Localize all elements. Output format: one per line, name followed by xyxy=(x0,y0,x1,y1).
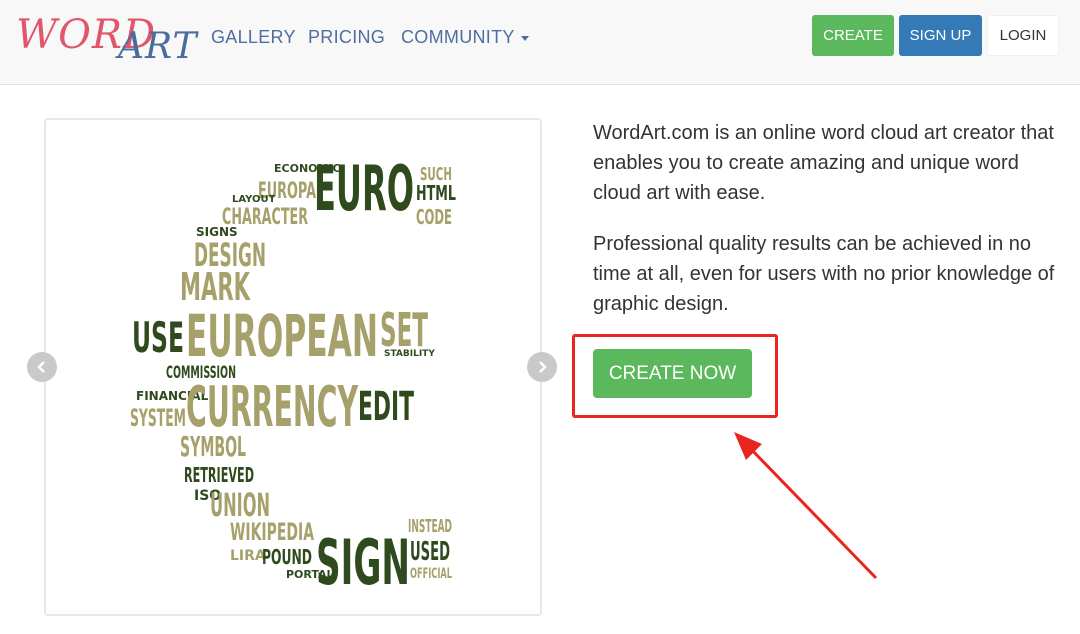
cloud-word: SIGN xyxy=(316,526,410,599)
description-quality: Professional quality results can be achi… xyxy=(593,233,1055,315)
cloud-word: PORTAL xyxy=(286,568,334,581)
cloud-word: SIGNS xyxy=(196,225,238,239)
create-now-button[interactable]: CREATE NOW xyxy=(593,349,752,398)
cloud-word: SYMBOL xyxy=(180,430,246,463)
carousel-prev-button[interactable] xyxy=(27,352,57,382)
cloud-word: HTML xyxy=(416,181,456,205)
cloud-word: CODE xyxy=(416,205,452,229)
annotation-arrow-icon xyxy=(734,432,878,580)
chevron-right-icon xyxy=(539,361,547,373)
cloud-word: USE xyxy=(132,313,184,362)
wordart-logo[interactable]: WORD ART xyxy=(16,8,196,68)
nav-community-label: COMMUNITY xyxy=(401,27,515,47)
description-intro: WordArt.com is an online word cloud art … xyxy=(593,122,1054,204)
cloud-word: LAYOUT xyxy=(232,194,276,205)
cloud-word: SYSTEM xyxy=(130,404,186,432)
word-cloud-carousel: EURO EUROPA ECONOMIC SUCH HTML CODE CHAR… xyxy=(44,118,542,616)
cloud-word: RETRIEVED xyxy=(184,463,254,487)
cloud-word: POUND xyxy=(262,545,312,569)
login-button[interactable]: LOGIN xyxy=(987,15,1059,56)
caret-down-icon xyxy=(520,35,529,41)
signup-button[interactable]: SIGN UP xyxy=(899,15,982,56)
nav-gallery[interactable]: GALLERY xyxy=(211,27,296,48)
cloud-word: OFFICIAL xyxy=(410,566,452,582)
cloud-word: STABILITY xyxy=(384,349,435,359)
navbar: WORD ART GALLERY PRICING COMMUNITY CREAT… xyxy=(0,0,1080,85)
nav-pricing[interactable]: PRICING xyxy=(308,27,385,48)
create-button[interactable]: CREATE xyxy=(812,15,894,56)
cloud-word: WIKIPEDIA xyxy=(230,518,314,546)
nav-community[interactable]: COMMUNITY xyxy=(401,27,529,48)
cloud-word: INSTEAD xyxy=(408,516,452,537)
cloud-word: LIRA xyxy=(230,548,266,564)
carousel-next-button[interactable] xyxy=(527,352,557,382)
cloud-word: USED xyxy=(410,537,450,567)
cloud-word: ECONOMIC xyxy=(274,162,341,175)
chevron-left-icon xyxy=(37,361,45,373)
cloud-word: EUROPEAN xyxy=(186,302,378,370)
euro-word-cloud: EURO EUROPA ECONOMIC SUCH HTML CODE CHAR… xyxy=(130,152,456,599)
cloud-word: EDIT xyxy=(358,384,414,430)
logo-art: ART xyxy=(118,26,198,67)
